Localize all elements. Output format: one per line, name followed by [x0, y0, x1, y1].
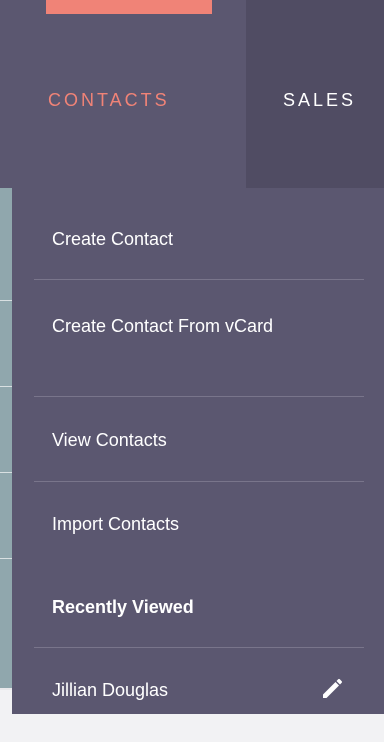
- app-screen: CONTACTS SALES Create Contact Create Con…: [0, 0, 384, 742]
- background-divider: [0, 558, 12, 559]
- menu-divider: [34, 647, 364, 648]
- background-divider: [0, 300, 12, 301]
- pencil-icon[interactable]: [320, 677, 344, 701]
- background-list-edge: [0, 188, 12, 688]
- active-tab-indicator: [46, 0, 212, 14]
- tab-sales[interactable]: SALES: [246, 0, 384, 188]
- tab-contacts[interactable]: CONTACTS: [0, 0, 246, 188]
- recent-item-jillian-douglas[interactable]: Jillian Douglas: [52, 677, 168, 703]
- recently-viewed-heading: Recently Viewed: [52, 597, 194, 617]
- menu-divider: [34, 279, 364, 280]
- tab-sales-label: SALES: [283, 90, 357, 110]
- menu-divider: [34, 396, 364, 397]
- menu-item-create-contact[interactable]: Create Contact: [52, 226, 173, 252]
- menu-item-create-contact-from-vcard[interactable]: Create Contact From vCard: [52, 313, 342, 339]
- background-divider: [0, 386, 12, 387]
- background-divider: [0, 472, 12, 473]
- menu-divider: [34, 481, 364, 482]
- top-navigation: CONTACTS SALES: [0, 0, 384, 188]
- menu-item-view-contacts[interactable]: View Contacts: [52, 427, 167, 453]
- menu-item-import-contacts[interactable]: Import Contacts: [52, 511, 179, 537]
- tab-contacts-label: CONTACTS: [48, 90, 170, 110]
